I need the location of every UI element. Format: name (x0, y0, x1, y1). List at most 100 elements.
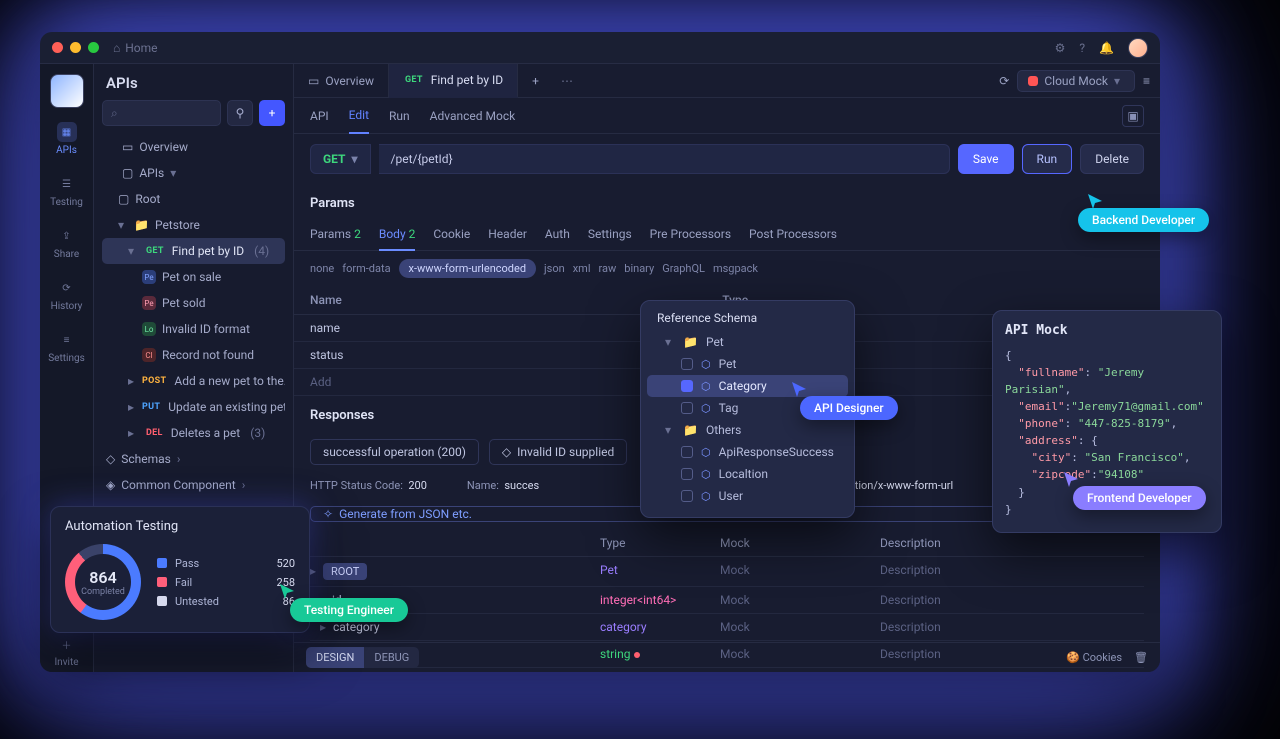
breadcrumb-home[interactable]: ⌂ Home (113, 41, 158, 55)
rail-label: APIs (56, 145, 77, 156)
tree-common[interactable]: ◈ Common Component › (102, 472, 285, 498)
ptab-cookie[interactable]: Cookie (433, 219, 470, 250)
tab-add[interactable]: + (518, 64, 553, 98)
ptab-body[interactable]: Body2 (379, 219, 416, 251)
rail-item-testing[interactable]: ☰ Testing (40, 170, 93, 212)
automation-testing-panel: Automation Testing 864 Completed Pass520… (50, 506, 310, 633)
tree-schemas[interactable]: ◇ Schemas › (102, 446, 285, 472)
delete-button[interactable]: Delete (1080, 144, 1144, 174)
rail-item-settings[interactable]: ≡ Settings (40, 326, 93, 368)
tree-case[interactable]: PePet sold (102, 290, 285, 316)
ref-group[interactable]: ▾📁 Others (647, 419, 848, 441)
enc-option[interactable]: form-data (342, 262, 390, 275)
tree-petstore[interactable]: ▾📁 Petstore (102, 212, 285, 238)
maximize-icon[interactable] (88, 42, 99, 53)
ptab-params[interactable]: Params2 (310, 219, 361, 250)
subtab-edit[interactable]: Edit (349, 98, 369, 134)
search-input[interactable]: ⌕ (102, 100, 221, 126)
layers-icon: ☰ (57, 174, 77, 194)
rail-item-apis[interactable]: ▦ APIs (40, 118, 93, 160)
completion-ring-chart: 864 Completed (65, 544, 141, 620)
ptab-auth[interactable]: Auth (545, 219, 570, 250)
tree-title: APIs (102, 74, 285, 100)
enc-option[interactable]: raw (599, 262, 617, 275)
menu-icon[interactable]: ≡ (1143, 74, 1150, 88)
mode-debug[interactable]: DEBUG (364, 647, 419, 668)
add-button[interactable]: + (259, 100, 285, 126)
close-icon[interactable] (52, 42, 63, 53)
enc-option[interactable]: json (544, 262, 565, 275)
schema-row[interactable]: ▸ ROOT Pet MockDescription (310, 557, 1144, 587)
schema-row[interactable]: id integer<int64> MockDescription (310, 587, 1144, 614)
callout-designer: API Designer (800, 396, 898, 420)
trash-icon[interactable]: 🗑 (1134, 651, 1148, 664)
tree-endpoint[interactable]: ▸PUT Update an existing pet(9) (102, 394, 285, 420)
enc-option[interactable]: msgpack (713, 262, 758, 275)
subtab-run[interactable]: Run (389, 99, 410, 133)
ptab-header[interactable]: Header (488, 219, 527, 250)
tree-case[interactable]: ClRecord not found (102, 342, 285, 368)
ref-group[interactable]: ▾📁 Pet (647, 331, 848, 353)
ptab-settings[interactable]: Settings (588, 219, 632, 250)
ptab-pre[interactable]: Pre Processors (650, 219, 731, 250)
rail-item-history[interactable]: ⟳ History (40, 274, 93, 316)
user-avatar[interactable] (1128, 38, 1148, 58)
path-input[interactable]: /pet/{petId} (379, 144, 950, 174)
response-tab[interactable]: ◇Invalid ID supplied (489, 439, 627, 465)
tree-endpoint[interactable]: ▸DEL Deletes a pet(3) (102, 420, 285, 446)
env-selector[interactable]: Cloud Mock ▾ (1017, 70, 1135, 92)
callout-testing: Testing Engineer (290, 598, 408, 622)
sidebar-toggle-icon[interactable]: ▣ (1122, 105, 1144, 127)
method-selector[interactable]: GET ▾ (310, 144, 371, 174)
view-mode-toggle[interactable]: DESIGN DEBUG (306, 647, 419, 668)
ref-item[interactable]: ⬡Pet (647, 353, 848, 375)
env-status-icon (1028, 76, 1038, 86)
enc-option[interactable]: none (310, 262, 334, 275)
mode-tabs: API Edit Run Advanced Mock ▣ (294, 98, 1160, 134)
body-encoding-row: none form-data x-www-form-urlencoded jso… (294, 251, 1160, 286)
settings-gear-icon[interactable]: ⚙ (1055, 41, 1066, 55)
response-tab[interactable]: successful operation (200) (310, 439, 479, 465)
subtab-api[interactable]: API (310, 99, 329, 133)
more-icon[interactable]: ⋯ (553, 74, 581, 88)
ref-item[interactable]: ⬡ApiResponseSuccess (647, 441, 848, 463)
rail-item-share[interactable]: ⇪ Share (40, 222, 93, 264)
workspace-avatar[interactable] (50, 74, 84, 108)
ref-item[interactable]: ⬡User (647, 485, 848, 507)
tree-overview[interactable]: ▭ Overview (102, 134, 285, 160)
tab-active-endpoint[interactable]: GET Find pet by ID (389, 64, 518, 98)
minimize-icon[interactable] (70, 42, 81, 53)
enc-option[interactable]: GraphQL (662, 262, 705, 275)
footer-bar: DESIGN DEBUG 🍪 Cookies 🗑 (294, 642, 1160, 672)
clock-icon: ⟳ (57, 278, 77, 298)
ref-item[interactable]: ⬡Localtion (647, 463, 848, 485)
enc-option-active[interactable]: x-www-form-urlencoded (399, 259, 537, 278)
tree-root[interactable]: ▢ Root (102, 186, 285, 212)
enc-option[interactable]: xml (573, 262, 591, 275)
rail-item-invite[interactable]: ＋ Invite (40, 630, 93, 672)
subtab-adv-mock[interactable]: Advanced Mock (430, 99, 516, 133)
enc-option[interactable]: binary (624, 262, 654, 275)
search-icon: ⌕ (111, 106, 118, 121)
tree-case[interactable]: PePet on sale (102, 264, 285, 290)
window-controls[interactable] (52, 42, 99, 53)
filter-button[interactable]: ⚲ (227, 100, 253, 126)
ptab-post[interactable]: Post Processors (749, 219, 837, 250)
cookies-link[interactable]: 🍪 Cookies (1066, 651, 1122, 664)
mode-design[interactable]: DESIGN (306, 647, 364, 668)
tree-apis[interactable]: ▢ APIs ▾ (102, 160, 285, 186)
help-icon[interactable]: ? (1079, 41, 1085, 55)
rail-label: Invite (54, 657, 78, 668)
ring-total: 864 (89, 568, 116, 587)
tree-endpoint[interactable]: ▾GET Find pet by ID(4) (102, 238, 285, 264)
schema-row[interactable]: ▸ category category MockDescription (310, 614, 1144, 641)
tab-overview[interactable]: ▭ Overview (294, 64, 389, 98)
params-heading: Params (310, 188, 1144, 219)
ref-item[interactable]: ⬡Category (647, 375, 848, 397)
sync-icon[interactable]: ⟳ (999, 74, 1009, 88)
save-button[interactable]: Save (958, 144, 1014, 174)
tree-case[interactable]: LoInvalid ID format (102, 316, 285, 342)
bell-icon[interactable]: 🔔 (1099, 41, 1114, 55)
tree-endpoint[interactable]: ▸POST Add a new pet to the…(5) (102, 368, 285, 394)
run-button[interactable]: Run (1022, 144, 1073, 174)
